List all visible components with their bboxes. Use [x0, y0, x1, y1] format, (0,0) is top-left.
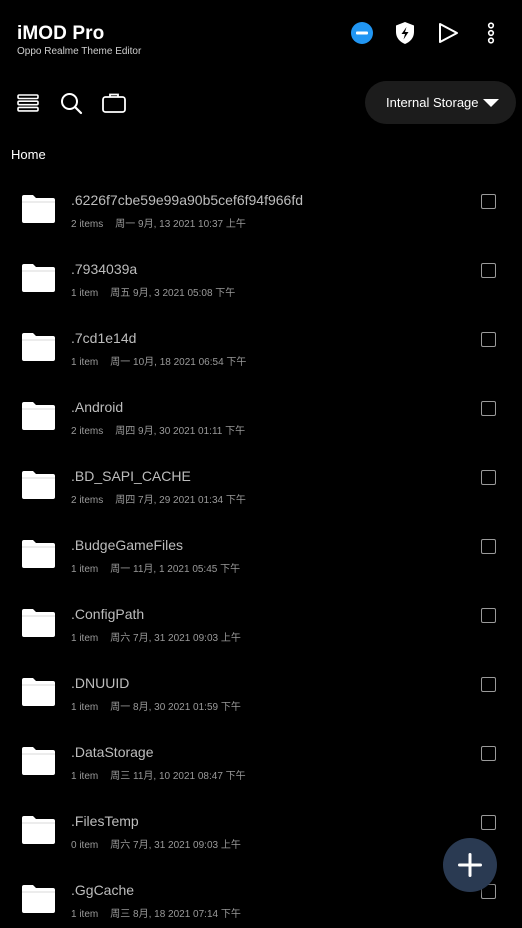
search-icon[interactable] — [58, 90, 84, 116]
file-meta: 2 items 周一 9月, 13 2021 10:37 上午 — [71, 215, 246, 230]
file-count: 2 items — [71, 219, 104, 230]
select-checkbox[interactable] — [481, 470, 496, 485]
file-date: 周五 9月, 3 2021 05:08 下午 — [110, 288, 236, 299]
folder-icon — [22, 402, 55, 430]
file-count: 1 item — [71, 633, 99, 644]
file-meta: 1 item 周一 11月, 1 2021 05:45 下午 — [71, 560, 240, 575]
folder-icon — [22, 333, 55, 361]
folder-icon — [22, 195, 55, 223]
file-count: 1 item — [71, 909, 99, 920]
file-meta: 1 item 周五 9月, 3 2021 05:08 下午 — [71, 284, 235, 299]
folder-icon — [22, 747, 55, 775]
file-meta: 1 item 周三 11月, 10 2021 08:47 下午 — [71, 767, 246, 782]
file-count: 1 item — [71, 564, 99, 575]
app-title: iMOD Pro — [17, 23, 105, 44]
list-item[interactable]: .DNUUID 1 item 周一 8月, 30 2021 01:59 下午 — [0, 649, 522, 718]
file-count: 1 item — [71, 357, 99, 368]
file-date: 周六 7月, 31 2021 09:03 上午 — [110, 633, 241, 644]
folder-icon — [22, 609, 55, 637]
select-checkbox[interactable] — [481, 815, 496, 830]
list-item[interactable]: .Android 2 items 周四 9月, 30 2021 01:11 下午 — [0, 373, 522, 442]
caret-down-icon — [483, 99, 499, 107]
top-actions — [349, 20, 504, 46]
file-meta: 0 item 周六 7月, 31 2021 09:03 上午 — [71, 836, 241, 851]
list-item[interactable]: .ConfigPath 1 item 周六 7月, 31 2021 09:03 上… — [0, 580, 522, 649]
file-name: .DataStorage — [71, 744, 154, 760]
file-name: .BD_SAPI_CACHE — [71, 468, 191, 484]
list-item[interactable]: .7cd1e14d 1 item 周一 10月, 18 2021 06:54 下午 — [0, 304, 522, 373]
shield-bolt-icon[interactable] — [392, 20, 418, 46]
add-fab-button[interactable] — [443, 838, 497, 892]
select-checkbox[interactable] — [481, 608, 496, 623]
file-date: 周三 11月, 10 2021 08:47 下午 — [110, 771, 246, 782]
breadcrumb[interactable]: Home — [11, 147, 46, 162]
folder-icon — [22, 264, 55, 292]
file-date: 周一 8月, 30 2021 01:59 下午 — [110, 702, 241, 713]
file-meta: 2 items 周四 9月, 30 2021 01:11 下午 — [71, 422, 245, 437]
file-count: 1 item — [71, 288, 99, 299]
app-subtitle: Oppo Realme Theme Editor — [17, 46, 142, 57]
file-count: 1 item — [71, 702, 99, 713]
file-count: 1 item — [71, 771, 99, 782]
list-item[interactable]: .BD_SAPI_CACHE 2 items 周四 7月, 29 2021 01:… — [0, 442, 522, 511]
file-meta: 2 items 周四 7月, 29 2021 01:34 下午 — [71, 491, 246, 506]
list-item[interactable]: .7934039a 1 item 周五 9月, 3 2021 05:08 下午 — [0, 235, 522, 304]
select-checkbox[interactable] — [481, 263, 496, 278]
folder-icon — [22, 885, 55, 913]
list-item[interactable]: .DataStorage 1 item 周三 11月, 10 2021 08:47… — [0, 718, 522, 787]
app-bar: iMOD Pro Oppo Realme Theme Editor — [0, 0, 522, 72]
storage-dropdown[interactable]: Internal Storage — [365, 81, 516, 124]
list-item[interactable]: .6226f7cbe59e99a90b5cef6f94f966fd 2 item… — [0, 166, 522, 235]
file-date: 周六 7月, 31 2021 09:03 上午 — [110, 840, 241, 851]
folder-icon — [22, 540, 55, 568]
file-date: 周四 7月, 29 2021 01:34 下午 — [115, 495, 246, 506]
folder-icon — [22, 678, 55, 706]
file-date: 周一 11月, 1 2021 05:45 下午 — [110, 564, 241, 575]
file-date: 周三 8月, 18 2021 07:14 下午 — [110, 909, 241, 920]
select-checkbox[interactable] — [481, 194, 496, 209]
file-name: .ConfigPath — [71, 606, 145, 622]
briefcase-icon[interactable] — [101, 90, 127, 116]
file-meta: 1 item 周一 10月, 18 2021 06:54 下午 — [71, 353, 246, 368]
file-name: .BudgeGameFiles — [71, 537, 184, 553]
file-count: 0 item — [71, 840, 99, 851]
file-name: .Android — [71, 399, 124, 415]
list-item[interactable]: .BudgeGameFiles 1 item 周一 11月, 1 2021 05:… — [0, 511, 522, 580]
file-date: 周一 9月, 13 2021 10:37 上午 — [115, 219, 246, 230]
file-list: .6226f7cbe59e99a90b5cef6f94f966fd 2 item… — [0, 166, 522, 925]
file-count: 2 items — [71, 426, 104, 437]
file-meta: 1 item 周一 8月, 30 2021 01:59 下午 — [71, 698, 241, 713]
file-name: .6226f7cbe59e99a90b5cef6f94f966fd — [71, 192, 303, 208]
file-name: .7cd1e14d — [71, 330, 137, 346]
file-count: 2 items — [71, 495, 104, 506]
select-checkbox[interactable] — [481, 539, 496, 554]
list-item[interactable]: .FilesTemp 0 item 周六 7月, 31 2021 09:03 上午 — [0, 787, 522, 856]
select-checkbox[interactable] — [481, 746, 496, 761]
select-checkbox[interactable] — [481, 401, 496, 416]
storage-dropdown-label: Internal Storage — [386, 95, 479, 110]
stack-layers-icon[interactable] — [15, 90, 41, 116]
file-meta: 1 item 周三 8月, 18 2021 07:14 下午 — [71, 905, 241, 920]
folder-icon — [22, 471, 55, 499]
select-checkbox[interactable] — [481, 677, 496, 692]
minus-circle-icon[interactable] — [349, 20, 375, 46]
file-date: 周四 9月, 30 2021 01:11 下午 — [115, 426, 246, 437]
select-checkbox[interactable] — [481, 332, 496, 347]
file-name: .7934039a — [71, 261, 138, 277]
file-name: .FilesTemp — [71, 813, 139, 829]
file-meta: 1 item 周六 7月, 31 2021 09:03 上午 — [71, 629, 241, 644]
file-date: 周一 10月, 18 2021 06:54 下午 — [110, 357, 247, 368]
plus-icon — [458, 853, 482, 877]
folder-icon — [22, 816, 55, 844]
file-name: .DNUUID — [71, 675, 130, 691]
file-name: .GgCache — [71, 882, 135, 898]
more-vertical-icon[interactable] — [478, 20, 504, 46]
play-icon[interactable] — [435, 20, 461, 46]
